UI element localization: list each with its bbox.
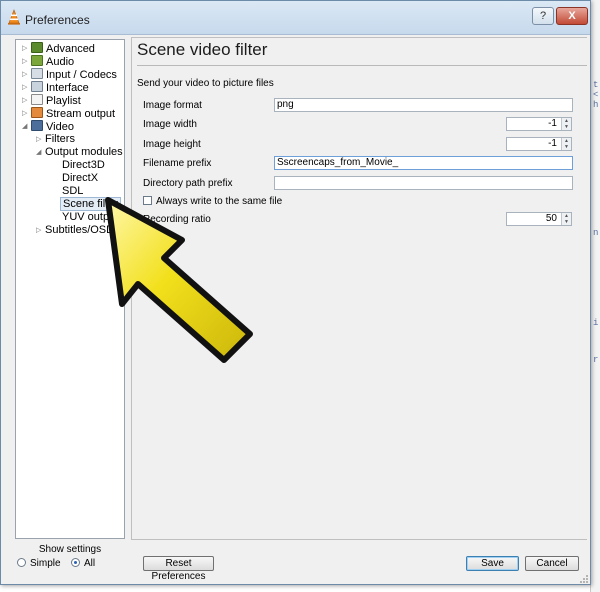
tree-item-direct3d[interactable]: Direct3D <box>62 159 105 172</box>
expand-arrow-icon[interactable]: ▷ <box>22 55 31 68</box>
tree-item-yuv-output[interactable]: YUV output <box>62 211 118 224</box>
expand-arrow-icon[interactable]: ▷ <box>36 224 45 237</box>
tree-item-output-modules[interactable]: ◢ Output modules <box>36 146 123 159</box>
reset-preferences-button[interactable]: Reset Preferences <box>143 556 214 582</box>
stream-output-icon <box>31 107 43 118</box>
expand-arrow-icon[interactable]: ▷ <box>22 68 31 81</box>
audio-icon <box>31 55 43 66</box>
video-icon <box>31 120 43 131</box>
tree-item-scene-filter[interactable]: Scene filter <box>60 197 122 211</box>
filename-prefix-input[interactable]: Sscreencaps_from_Movie_ <box>274 156 573 170</box>
vlc-cone-icon <box>8 9 20 25</box>
panel-description: Send your video to picture files <box>137 78 274 89</box>
image-height-label: Image height <box>143 139 201 150</box>
tree-item-interface[interactable]: ▷ Interface <box>22 81 89 94</box>
background-app-edge: t < h n i r <box>590 0 600 592</box>
checkbox-box[interactable] <box>143 196 152 205</box>
spin-down-icon[interactable]: ▼ <box>561 219 571 225</box>
resize-grip-icon[interactable] <box>580 575 589 584</box>
interface-icon <box>31 81 43 92</box>
close-button[interactable]: X <box>556 7 588 25</box>
tree-item-audio[interactable]: ▷ Audio <box>22 55 74 68</box>
tree-item-filters[interactable]: ▷ Filters <box>36 133 75 146</box>
show-settings-title: Show settings <box>38 544 102 555</box>
image-format-label: Image format <box>143 100 202 111</box>
input-codecs-icon <box>31 68 43 79</box>
image-format-input[interactable]: png <box>274 98 573 112</box>
collapse-arrow-icon[interactable]: ◢ <box>36 146 45 159</box>
title-bar[interactable]: Preferences ? X <box>1 1 590 35</box>
category-tree[interactable]: ▷ Advanced ▷ Audio ▷ Input / Codecs ▷ Interf… <box>15 39 125 539</box>
tree-item-stream-output[interactable]: ▷ Stream output <box>22 107 115 120</box>
expand-arrow-icon[interactable]: ▷ <box>22 81 31 94</box>
save-button[interactable]: Save <box>466 556 519 571</box>
tree-item-subtitles-osd[interactable]: ▷ Subtitles/OSD <box>36 224 114 237</box>
preferences-window: Preferences ? X ▷ Advanced ▷ Audio ▷ Input … <box>0 0 591 585</box>
page-title: Scene video filter <box>137 40 268 59</box>
image-height-spinbox[interactable]: -1 ▲ ▼ <box>506 137 572 151</box>
expand-arrow-icon[interactable]: ▷ <box>22 107 31 120</box>
radio-simple[interactable]: Simple <box>17 558 61 569</box>
cancel-button[interactable]: Cancel <box>525 556 579 571</box>
tree-item-video[interactable]: ◢ Video <box>22 120 74 133</box>
tree-item-playlist[interactable]: ▷ Playlist <box>22 94 81 107</box>
tree-item-advanced[interactable]: ▷ Advanced <box>22 42 95 55</box>
tree-item-directx[interactable]: DirectX <box>62 172 98 185</box>
expand-arrow-icon[interactable]: ▷ <box>22 42 31 55</box>
directory-path-prefix-label: Directory path prefix <box>143 178 233 189</box>
filename-prefix-label: Filename prefix <box>143 158 212 169</box>
help-button[interactable]: ? <box>532 7 554 25</box>
recording-ratio-label: Recording ratio <box>143 214 211 225</box>
settings-panel: Scene video filter Send your video to pi… <box>131 37 587 540</box>
playlist-icon <box>31 94 43 105</box>
radio-dot[interactable] <box>17 558 26 567</box>
advanced-icon <box>31 42 43 53</box>
title-divider <box>137 65 587 66</box>
tree-item-input-codecs[interactable]: ▷ Input / Codecs <box>22 68 117 81</box>
always-write-checkbox[interactable]: Always write to the same file <box>143 196 282 207</box>
expand-arrow-icon[interactable]: ▷ <box>36 133 45 146</box>
spin-down-icon[interactable]: ▼ <box>561 144 571 150</box>
collapse-arrow-icon[interactable]: ◢ <box>22 120 31 133</box>
window-title: Preferences <box>25 13 90 27</box>
recording-ratio-spinbox[interactable]: 50 ▲ ▼ <box>506 212 572 226</box>
expand-arrow-icon[interactable]: ▷ <box>22 94 31 107</box>
image-width-label: Image width <box>143 119 197 130</box>
show-settings-group: Show settings Simple All <box>15 544 125 574</box>
image-width-spinbox[interactable]: -1 ▲ ▼ <box>506 117 572 131</box>
radio-all[interactable]: All <box>71 558 95 569</box>
directory-path-prefix-input[interactable] <box>274 176 573 190</box>
radio-dot-selected[interactable] <box>71 558 80 567</box>
spin-down-icon[interactable]: ▼ <box>561 124 571 130</box>
